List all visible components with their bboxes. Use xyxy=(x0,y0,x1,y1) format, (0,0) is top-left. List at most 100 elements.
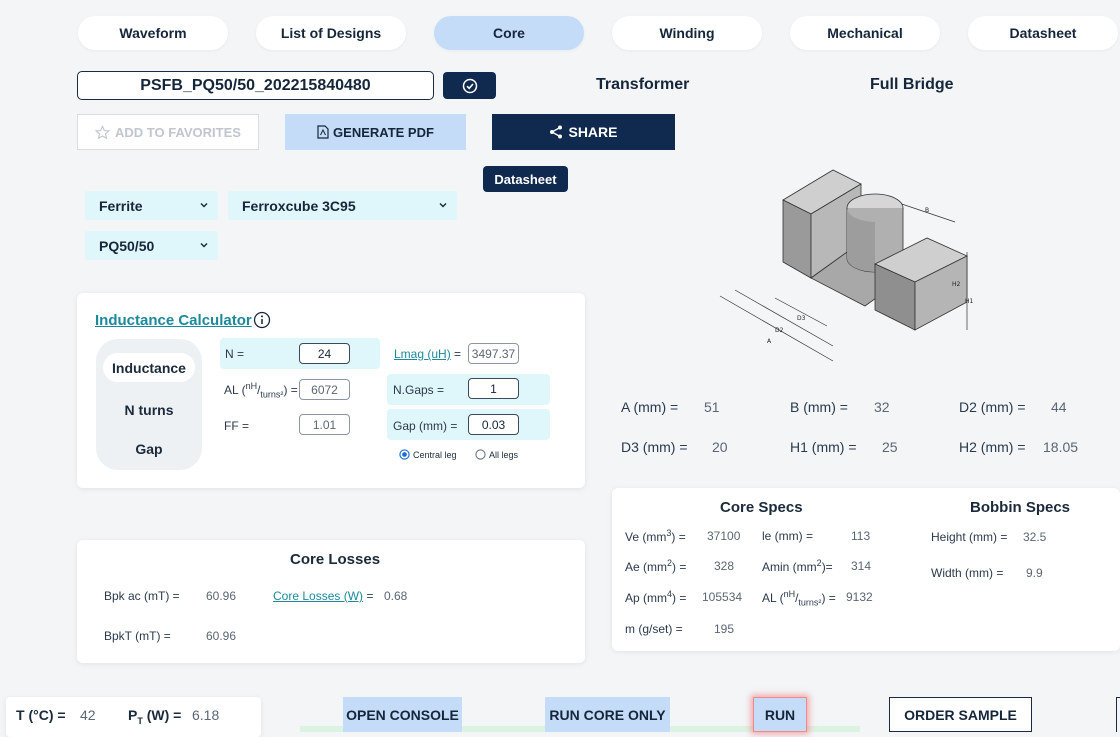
dim-d3-value: 20 xyxy=(712,439,728,455)
bobbin-height-label: Height (mm) = xyxy=(931,530,1008,544)
run-button[interactable]: RUN xyxy=(753,697,807,732)
ngaps-input[interactable]: 1 xyxy=(468,378,519,399)
n-turns-input[interactable]: 24 xyxy=(299,343,350,364)
inductance-calculator-card: Inductance Calculator Inductance N turns… xyxy=(77,293,585,488)
radio-central-leg-label: Central leg xyxy=(413,449,457,460)
amin-label: Amin (mm2)= xyxy=(762,558,833,574)
material-value: Ferroxcube 3C95 xyxy=(242,197,356,214)
chevron-down-icon xyxy=(200,203,208,208)
dim-h1-label: H1 (mm) = xyxy=(790,439,857,455)
confirm-name-button[interactable] xyxy=(443,72,496,99)
le-label: le (mm) = xyxy=(762,529,813,543)
design-type: Transformer xyxy=(596,76,690,93)
check-circle-icon xyxy=(462,78,477,93)
drawing-label-h1: H1 xyxy=(965,298,974,305)
run-core-only-button[interactable]: RUN CORE ONLY xyxy=(545,697,670,732)
order-sample-button[interactable]: ORDER SAMPLE xyxy=(889,697,1032,732)
dim-a-value: 51 xyxy=(704,399,720,415)
info-icon[interactable] xyxy=(253,311,271,329)
bpkt-label: BpkT (mT) = xyxy=(104,629,171,643)
bpk-ac-value: 60.96 xyxy=(206,589,237,603)
power-value: 6.18 xyxy=(192,707,220,723)
gap-label: Gap (mm) = xyxy=(393,419,458,433)
datasheet-button[interactable]: Datasheet xyxy=(483,166,568,192)
ve-label: Ve (mm3) = xyxy=(625,528,686,544)
share-button[interactable]: SHARE xyxy=(492,114,675,150)
ap-label: Ap (mm4) = xyxy=(625,589,687,605)
drawing-label-a: A xyxy=(767,338,772,345)
core-losses-title: Core Losses xyxy=(290,551,381,568)
ff-label: FF = xyxy=(224,419,250,433)
drawing-label-d3: D3 xyxy=(797,315,806,322)
mode-inductance[interactable]: Inductance xyxy=(103,353,195,382)
design-name-input[interactable]: PSFB_PQ50/50_202215840480 xyxy=(77,71,434,100)
material-type-select[interactable]: Ferrite xyxy=(85,191,218,220)
al-value-field: 6072 xyxy=(299,379,350,400)
dim-b-label: B (mm) = xyxy=(790,399,848,415)
power-label: PT (W) = xyxy=(128,707,182,726)
dim-b-value: 32 xyxy=(874,399,890,415)
tab-core[interactable]: Core xyxy=(434,16,584,50)
ae-value: 328 xyxy=(714,559,735,573)
chevron-down-icon xyxy=(439,203,447,208)
open-console-button[interactable]: OPEN CONSOLE xyxy=(343,697,462,732)
ve-value: 37100 xyxy=(707,529,741,543)
radio-unselected-icon xyxy=(475,449,486,460)
ap-value: 105534 xyxy=(702,590,743,604)
design-topology: Full Bridge xyxy=(870,76,954,93)
generate-pdf-label: GENERATE PDF xyxy=(333,124,434,140)
offscreen-button-edge[interactable] xyxy=(1116,697,1120,732)
dim-h2-label: H2 (mm) = xyxy=(959,439,1026,455)
add-to-favorites-label: ADD TO FAVORITES xyxy=(115,124,241,140)
radio-central-leg[interactable]: Central leg xyxy=(399,449,457,460)
n-label: N = xyxy=(225,347,245,361)
mode-n-turns[interactable]: N turns xyxy=(103,395,195,424)
dim-h1-value: 25 xyxy=(882,439,898,455)
core-specs-card: Core Specs Bobbin Specs Ve (mm3) = 37100… xyxy=(612,488,1120,651)
bpkt-value: 60.96 xyxy=(206,629,237,643)
inductance-calculator-title[interactable]: Inductance Calculator xyxy=(95,312,252,329)
tab-list-of-designs[interactable]: List of Designs xyxy=(256,16,406,50)
bobbin-specs-title: Bobbin Specs xyxy=(970,499,1071,516)
dim-a-label: A (mm) = xyxy=(621,399,679,415)
add-to-favorites-button[interactable]: ADD TO FAVORITES xyxy=(77,114,259,150)
generate-pdf-button[interactable]: GENERATE PDF xyxy=(285,114,466,150)
core-losses-card: Core Losses Bpk ac (mT) = 60.96 Core Los… xyxy=(77,540,585,663)
tab-waveform[interactable]: Waveform xyxy=(78,16,228,50)
core-specs-title: Core Specs xyxy=(720,499,803,516)
lmag-label: Lmag (uH) = xyxy=(394,347,462,361)
tab-winding[interactable]: Winding xyxy=(612,16,762,50)
gap-input[interactable]: 0.03 xyxy=(468,414,519,435)
share-icon xyxy=(550,125,563,139)
radio-all-legs-label: All legs xyxy=(489,449,519,460)
radio-all-legs[interactable]: All legs xyxy=(475,449,518,460)
material-select[interactable]: Ferroxcube 3C95 xyxy=(228,191,457,220)
core-losses-label: Core Losses (W) = xyxy=(273,589,374,603)
tab-mechanical[interactable]: Mechanical xyxy=(790,16,940,50)
tab-datasheet[interactable]: Datasheet xyxy=(968,16,1118,50)
star-icon xyxy=(95,124,111,139)
shape-value: PQ50/50 xyxy=(99,237,155,254)
drawing-label-h2: H2 xyxy=(952,281,961,288)
temperature-power-panel: T (°C) = 42 PT (W) = 6.18 xyxy=(6,697,261,737)
ff-value-field: 1.01 xyxy=(299,414,350,435)
mass-value: 195 xyxy=(714,622,735,636)
share-label: SHARE xyxy=(568,124,618,140)
bobbin-width-label: Width (mm) = xyxy=(931,566,1004,580)
le-value: 113 xyxy=(851,529,871,543)
lmag-value-field: 3497.37 xyxy=(468,343,519,364)
bpk-ac-label: Bpk ac (mT) = xyxy=(104,589,180,603)
dim-d3-label: D3 (mm) = xyxy=(621,439,688,455)
drawing-label-d2: D2 xyxy=(775,327,784,334)
ae-label: Ae (mm2) = xyxy=(625,558,687,574)
material-type-value: Ferrite xyxy=(99,197,143,214)
core-al-value: 9132 xyxy=(846,590,873,604)
chevron-down-icon xyxy=(200,243,208,248)
bobbin-width-value: 9.9 xyxy=(1026,566,1043,580)
core-drawing: A D2 D3 B H1 H2 xyxy=(719,169,974,362)
mode-gap[interactable]: Gap xyxy=(103,434,195,463)
pdf-file-icon xyxy=(317,125,329,139)
amin-value: 314 xyxy=(851,559,872,573)
mode-switch: Inductance N turns Gap xyxy=(96,339,202,470)
shape-select[interactable]: PQ50/50 xyxy=(85,231,218,260)
